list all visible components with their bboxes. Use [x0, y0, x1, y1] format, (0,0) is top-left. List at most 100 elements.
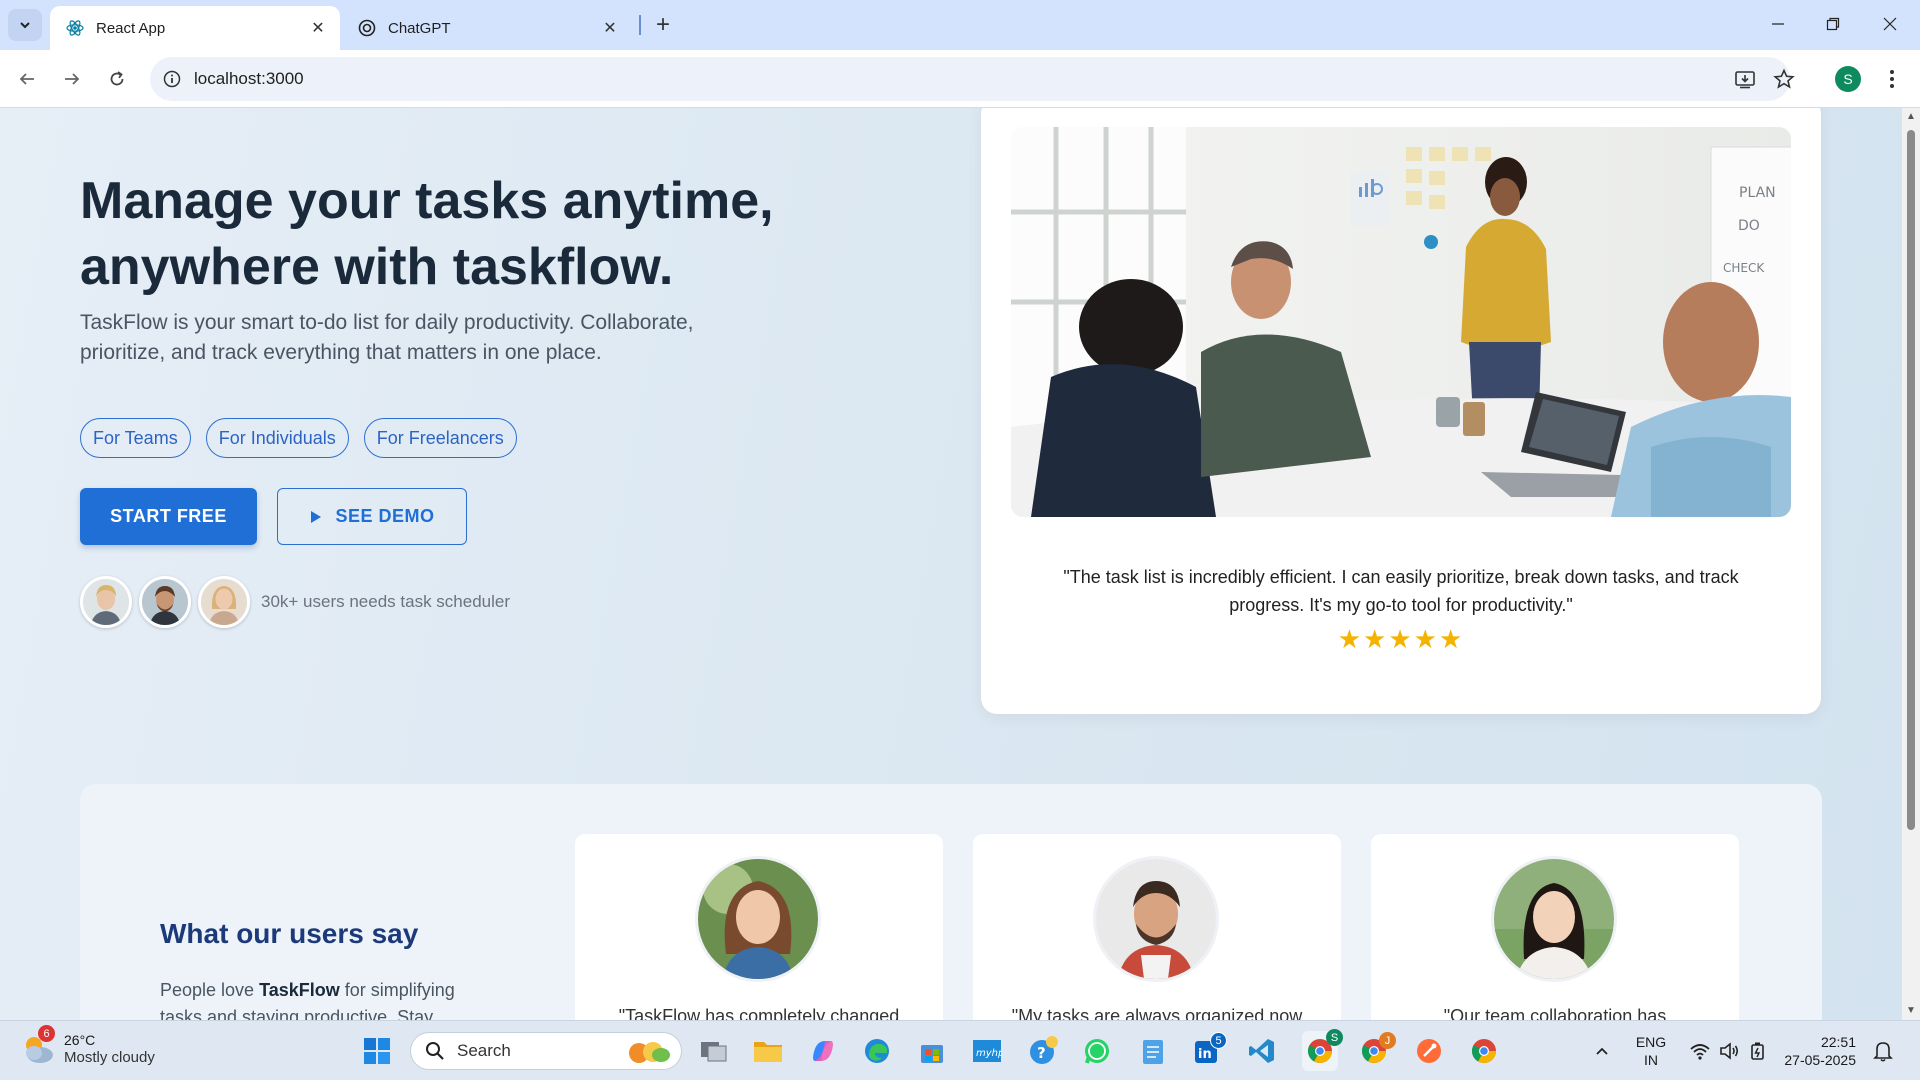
tab-chatgpt[interactable]: ChatGPT ✕	[342, 6, 632, 50]
quick-settings-button[interactable]	[1680, 1034, 1776, 1068]
myhp-button[interactable]: myhp	[970, 1034, 1004, 1068]
avatar	[198, 576, 250, 628]
language-indicator[interactable]: ENG IN	[1630, 1033, 1672, 1069]
arrow-right-icon	[65, 73, 80, 85]
minimize-button[interactable]	[1758, 8, 1798, 40]
see-demo-label: SEE DEMO	[335, 506, 435, 526]
reviews-heading: What our users say	[160, 918, 419, 949]
region-code: IN	[1644, 1052, 1658, 1068]
file-explorer-button[interactable]	[751, 1034, 785, 1068]
close-icon[interactable]: ✕	[600, 18, 620, 38]
install-app-button[interactable]	[1730, 64, 1760, 94]
tab-react-app[interactable]: React App ✕	[50, 6, 340, 50]
reload-button[interactable]	[100, 62, 134, 96]
task-view-button[interactable]	[697, 1034, 731, 1068]
scroll-down-icon[interactable]: ▼	[1906, 1006, 1916, 1016]
vscode-button[interactable]	[1245, 1034, 1279, 1068]
reviews-text-prefix: People love	[160, 980, 260, 1000]
search-placeholder: Search	[457, 1041, 511, 1060]
store-button[interactable]	[915, 1034, 949, 1068]
bookmark-button[interactable]	[1769, 64, 1799, 94]
pill-for-freelancers[interactable]: For Freelancers	[363, 418, 517, 458]
cloud-icon: 6	[20, 1025, 56, 1067]
browser-tab-bar: React App ✕ ChatGPT ✕ +	[0, 0, 1920, 50]
tab-search-button[interactable]	[8, 9, 42, 41]
notepad-button[interactable]	[1136, 1034, 1170, 1068]
pill-for-individuals[interactable]: For Individuals	[205, 418, 349, 458]
chatgpt-icon	[358, 19, 376, 37]
reload-icon	[110, 71, 124, 86]
page-scrollbar[interactable]: ▲ ▼	[1902, 108, 1920, 1020]
hero-title: Manage your tasks anytime, anywhere with…	[80, 172, 774, 296]
whatsapp-button[interactable]	[1080, 1034, 1114, 1068]
reviewer-avatar	[695, 856, 821, 982]
chrome-app-button[interactable]	[1467, 1034, 1501, 1068]
user-avatars: 30k+ users needs task scheduler	[80, 576, 510, 628]
chevron-up-icon	[1596, 1047, 1608, 1055]
whiteboard-plan: PLAN	[1739, 185, 1776, 201]
scrollbar-thumb[interactable]	[1907, 130, 1915, 830]
forward-button[interactable]	[55, 62, 89, 96]
notification-bell-icon	[1873, 1042, 1893, 1062]
weather-widget[interactable]: 6 26°C Mostly cloudy	[20, 1025, 155, 1067]
battery-icon	[1751, 1042, 1764, 1060]
help-icon: ?	[1030, 1036, 1058, 1064]
review-quote: "TaskFlow has completely changed	[618, 1006, 900, 1020]
clock[interactable]: 22:51 27-05-2025	[1780, 1033, 1856, 1069]
notifications-button[interactable]	[1868, 1034, 1898, 1068]
clock-date: 27-05-2025	[1784, 1052, 1856, 1068]
start-button[interactable]	[360, 1034, 394, 1068]
help-button[interactable]: ?	[1026, 1034, 1060, 1068]
vscode-icon	[1249, 1039, 1274, 1063]
close-icon[interactable]: ✕	[308, 18, 328, 38]
close-window-button[interactable]	[1870, 8, 1910, 40]
restore-button[interactable]	[1813, 8, 1853, 40]
site-info-icon[interactable]	[150, 70, 194, 88]
weather-condition: Mostly cloudy	[64, 1049, 155, 1066]
pill-for-teams[interactable]: For Teams	[80, 418, 191, 458]
show-hidden-icons-button[interactable]	[1585, 1034, 1619, 1068]
chrome-profile-badge: J	[1379, 1032, 1396, 1049]
fruit-icon	[629, 1042, 670, 1063]
chrome-profile-2-button[interactable]: J	[1357, 1032, 1396, 1068]
task-view-icon	[701, 1042, 727, 1062]
wifi-icon	[1690, 1044, 1710, 1060]
start-free-button[interactable]: START FREE	[80, 488, 257, 545]
whiteboard-check: CHECK	[1723, 261, 1765, 275]
reviewer-avatar	[1093, 856, 1219, 982]
hero-subtitle: TaskFlow is your smart to-do list for da…	[80, 311, 694, 364]
avatar	[139, 576, 191, 628]
edge-button[interactable]	[860, 1034, 894, 1068]
chrome-button[interactable]: S	[1302, 1029, 1343, 1071]
myhp-icon: myhp	[973, 1040, 1002, 1062]
clock-time: 22:51	[1820, 1034, 1856, 1050]
minimize-icon	[1772, 23, 1784, 25]
chrome-profile-badge: S	[1326, 1029, 1343, 1046]
review-card: "Our team collaboration has	[1371, 834, 1739, 1020]
more-vert-icon	[1890, 70, 1894, 88]
see-demo-button[interactable]: SEE DEMO	[277, 488, 467, 545]
install-icon	[1735, 71, 1755, 89]
profile-avatar[interactable]: S	[1835, 66, 1861, 92]
postman-icon	[1417, 1039, 1441, 1063]
back-button[interactable]	[10, 62, 44, 96]
windows-taskbar: 6 26°C Mostly cloudy Search myhp ? in 5 …	[0, 1020, 1920, 1080]
address-bar[interactable]: localhost:3000	[150, 57, 1790, 101]
close-icon	[1883, 17, 1897, 31]
new-tab-button[interactable]: +	[650, 11, 676, 38]
browser-toolbar: localhost:3000	[0, 50, 1920, 108]
tab-title: ChatGPT	[388, 19, 451, 37]
postman-button[interactable]	[1412, 1034, 1446, 1068]
copilot-button[interactable]	[806, 1034, 840, 1068]
review-card: "My tasks are always organized now	[973, 834, 1341, 1020]
reviews-description: People love TaskFlow for simplifying tas…	[160, 977, 490, 1020]
url-text: localhost:3000	[194, 69, 304, 88]
taskbar-search[interactable]: Search	[410, 1032, 682, 1070]
scroll-up-icon[interactable]: ▲	[1906, 112, 1916, 122]
chevron-down-icon	[20, 22, 30, 29]
brand-name: TaskFlow	[259, 980, 340, 1000]
linkedin-button[interactable]: in 5	[1190, 1032, 1227, 1068]
chrome-icon	[1471, 1039, 1496, 1064]
rating-stars: ★★★★★	[1337, 624, 1465, 654]
browser-menu-button[interactable]	[1880, 62, 1904, 96]
